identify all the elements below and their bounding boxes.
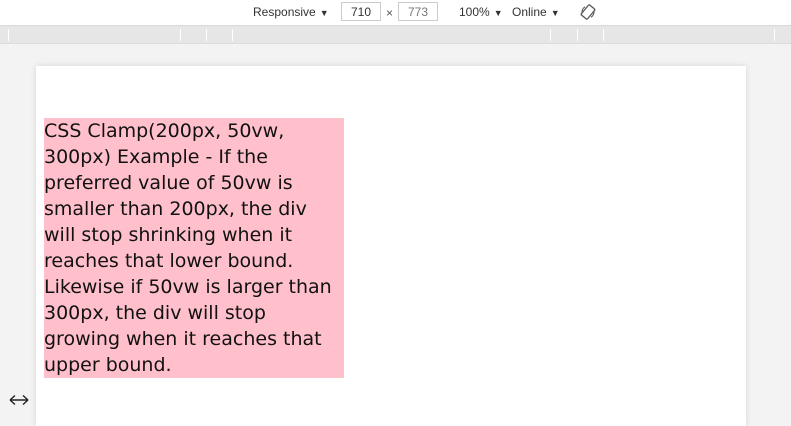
ruler-divider — [8, 29, 9, 41]
width-input[interactable] — [341, 2, 381, 21]
chevron-down-icon: ▼ — [493, 8, 503, 18]
ruler-divider — [550, 29, 551, 41]
height-input[interactable] — [398, 2, 438, 21]
clamp-example-box: CSS Clamp(200px, 50vw, 300px) Example - … — [44, 118, 344, 378]
rotate-icon[interactable] — [580, 4, 596, 20]
device-select[interactable]: Responsive ▼ — [253, 0, 329, 25]
chevron-down-icon: ▼ — [319, 8, 329, 18]
dimension-separator: × — [386, 6, 394, 20]
ruler-divider — [180, 29, 181, 41]
zoom-select[interactable]: 100% ▼ — [459, 0, 503, 25]
ruler-divider — [603, 29, 604, 41]
throttling-select[interactable]: Online ▼ — [512, 0, 560, 25]
throttling-select-label: Online — [512, 5, 547, 19]
chevron-down-icon: ▼ — [550, 8, 560, 18]
ruler-divider — [206, 29, 207, 41]
device-select-label: Responsive — [253, 5, 316, 19]
ruler-divider — [774, 29, 775, 41]
horizontal-resize-icon[interactable] — [6, 392, 32, 408]
ruler-divider — [577, 29, 578, 41]
ruler-divider — [232, 29, 233, 41]
media-query-ruler[interactable] — [0, 26, 791, 44]
zoom-select-label: 100% — [459, 5, 490, 19]
devtools-device-toolbar: Responsive▼ × 100%▼ Online▼ — [0, 0, 791, 26]
device-viewport: CSS Clamp(200px, 50vw, 300px) Example - … — [36, 66, 746, 426]
